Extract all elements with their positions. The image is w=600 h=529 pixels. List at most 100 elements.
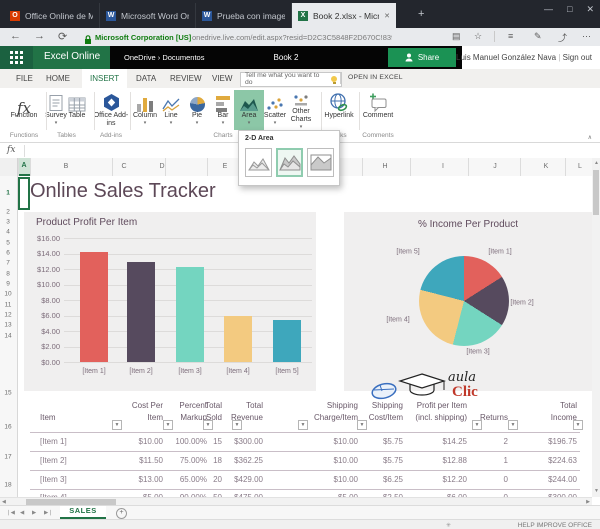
next-sheet-icon[interactable]: ▶ xyxy=(32,510,36,516)
column-header-J[interactable]: J xyxy=(493,163,497,170)
comment-button[interactable]: Comment xyxy=(359,90,397,130)
share-page-icon[interactable]: ⤴ xyxy=(558,31,567,44)
filter-dropdown-icon[interactable]: ▼ xyxy=(357,420,367,430)
selected-cell-a1[interactable] xyxy=(18,177,30,210)
filter-dropdown-icon[interactable]: ▼ xyxy=(112,420,122,430)
open-in-excel-button[interactable]: OPEN IN EXCEL xyxy=(348,74,403,81)
horizontal-scrollbar[interactable]: ◀ ▶ xyxy=(0,497,592,505)
browser-tab[interactable]: XBook 2.xlsx - Microsoft✕ xyxy=(292,3,396,28)
row-header-16[interactable]: 16 xyxy=(0,424,16,431)
column-header-K[interactable]: K xyxy=(544,163,549,170)
forward-icon[interactable]: → xyxy=(34,30,45,42)
browser-tab[interactable]: WPrueba con imagen insertac xyxy=(196,3,292,28)
select-all-corner[interactable] xyxy=(0,158,18,176)
row-header-3[interactable]: 3 xyxy=(0,219,16,226)
row-header-7[interactable]: 7 xyxy=(0,260,16,267)
filter-dropdown-icon[interactable]: ▼ xyxy=(472,420,482,430)
hub-icon[interactable]: ≡ xyxy=(508,31,513,41)
url-text[interactable]: onedrive.live.com/edit.aspx?resid=D2C3C5… xyxy=(192,33,392,42)
ribbon-tab-data[interactable]: DATA xyxy=(136,74,156,83)
column-header-I[interactable]: I xyxy=(442,163,444,170)
column-header-C[interactable]: C xyxy=(121,163,126,170)
sign-out-link[interactable]: Sign out xyxy=(563,53,592,62)
help-improve-office-link[interactable]: HELP IMPROVE OFFICE xyxy=(518,522,592,529)
user-name[interactable]: Luis Manuel González Nava xyxy=(456,53,556,62)
pie-chart[interactable]: % Income Per Product [Item 1][Item 2][It… xyxy=(344,212,592,391)
menu-option-stacked-area[interactable] xyxy=(276,148,303,177)
row-header-5[interactable]: 5 xyxy=(0,240,16,247)
row-header-4[interactable]: 4 xyxy=(0,229,16,236)
filter-dropdown-icon[interactable]: ▼ xyxy=(573,420,583,430)
back-icon[interactable]: ← xyxy=(10,30,21,42)
other-charts-button[interactable]: Other Charts▾ xyxy=(283,90,319,130)
filter-dropdown-icon[interactable]: ▼ xyxy=(508,420,518,430)
line-button[interactable]: Line▾ xyxy=(157,90,185,130)
collapse-ribbon-icon[interactable]: ∧ xyxy=(588,134,592,141)
row-header-18[interactable]: 18 xyxy=(0,482,16,489)
ribbon-tab-view[interactable]: VIEW xyxy=(212,74,232,83)
browser-tab[interactable]: OOffice Online de Microsoft: xyxy=(4,3,100,28)
web-note-icon[interactable]: ✎ xyxy=(534,31,542,42)
prev-sheet-icon[interactable]: ◀ xyxy=(20,510,24,516)
row-header-12[interactable]: 12 xyxy=(0,312,16,319)
row-header-17[interactable]: 17 xyxy=(0,454,16,461)
more-icon[interactable]: ⋯ xyxy=(582,31,591,42)
scroll-down-icon[interactable]: ▼ xyxy=(594,488,599,494)
ribbon-tab-file[interactable]: FILE xyxy=(16,74,33,83)
add-sheet-button[interactable]: + xyxy=(116,508,127,519)
pie-button[interactable]: Pie▾ xyxy=(184,90,210,130)
filter-dropdown-icon[interactable]: ▼ xyxy=(298,420,308,430)
menu-option-area[interactable] xyxy=(245,148,272,177)
filter-dropdown-icon[interactable]: ▼ xyxy=(232,420,242,430)
first-sheet-icon[interactable]: ❘◀ xyxy=(6,510,15,516)
row-header-9[interactable]: 9 xyxy=(0,281,16,288)
column-header-L[interactable]: L xyxy=(578,163,582,170)
filter-dropdown-icon[interactable]: ▼ xyxy=(163,420,173,430)
column-header-D[interactable]: D xyxy=(159,163,164,170)
bar-chart[interactable]: Product Profit Per Item $16.00$14.00$12.… xyxy=(24,212,316,391)
reading-view-icon[interactable]: ▤ xyxy=(452,31,461,42)
row-header-8[interactable]: 8 xyxy=(0,271,16,278)
maximize-button[interactable]: □ xyxy=(567,4,572,15)
refresh-icon[interactable]: ⟳ xyxy=(58,30,67,43)
close-button[interactable]: ✕ xyxy=(586,4,594,15)
row-header-2[interactable]: 2 xyxy=(0,209,16,216)
row-header-14[interactable]: 14 xyxy=(0,333,16,340)
tell-me-box[interactable]: Tell me what you want to do xyxy=(240,72,342,87)
group-label-functions: Functions xyxy=(10,132,38,139)
row-header-15[interactable]: 15 xyxy=(0,390,16,397)
ribbon-tab-review[interactable]: REVIEW xyxy=(170,74,202,83)
browser-tab[interactable]: WMicrosoft Word Online - Tr xyxy=(100,3,196,28)
favorites-star-icon[interactable]: ☆ xyxy=(474,31,482,42)
column-header-A-selected[interactable]: A xyxy=(18,158,30,176)
row-header-6[interactable]: 6 xyxy=(0,250,16,257)
row-header-10[interactable]: 10 xyxy=(0,291,16,298)
close-tab-icon[interactable]: ✕ xyxy=(384,12,390,20)
bar-button[interactable]: Bar▾ xyxy=(210,90,236,130)
sheet-area[interactable]: 123456789101112131415161718 Online Sales… xyxy=(0,176,592,497)
new-tab-button[interactable]: + xyxy=(418,8,424,20)
app-launcher-button[interactable] xyxy=(0,46,33,69)
column-header-E[interactable]: E xyxy=(223,163,228,170)
filter-dropdown-icon[interactable]: ▼ xyxy=(203,420,213,430)
column-header-B[interactable]: B xyxy=(64,163,69,170)
menu-option-100-stacked-area[interactable] xyxy=(307,148,334,177)
row-header-1[interactable]: 1 xyxy=(0,190,16,197)
ribbon-tab-insert[interactable]: INSERT xyxy=(82,69,127,88)
vertical-scroll-thumb[interactable] xyxy=(593,170,599,215)
row-header-11[interactable]: 11 xyxy=(0,302,16,309)
column-header-H[interactable]: H xyxy=(382,163,387,170)
row-header-13[interactable]: 13 xyxy=(0,322,16,329)
security-badge[interactable]: Microsoft Corporation [US] xyxy=(95,33,191,42)
scroll-up-icon[interactable]: ▲ xyxy=(594,160,599,166)
hyperlink-button[interactable]: Hyperlink xyxy=(320,90,358,130)
table-button[interactable]: Table xyxy=(62,90,92,130)
share-button[interactable]: Share xyxy=(388,48,456,67)
office-add-ins-button[interactable]: Office Add-ins xyxy=(92,90,130,130)
last-sheet-icon[interactable]: ▶❘ xyxy=(44,510,53,516)
vertical-scrollbar[interactable]: ▲ ▼ xyxy=(592,158,600,497)
ribbon-tab-home[interactable]: HOME xyxy=(46,74,70,83)
sheet-tab-sales[interactable]: SALES xyxy=(60,506,106,519)
function-button[interactable]: fxFunction xyxy=(4,90,44,130)
minimize-button[interactable]: — xyxy=(544,4,553,15)
